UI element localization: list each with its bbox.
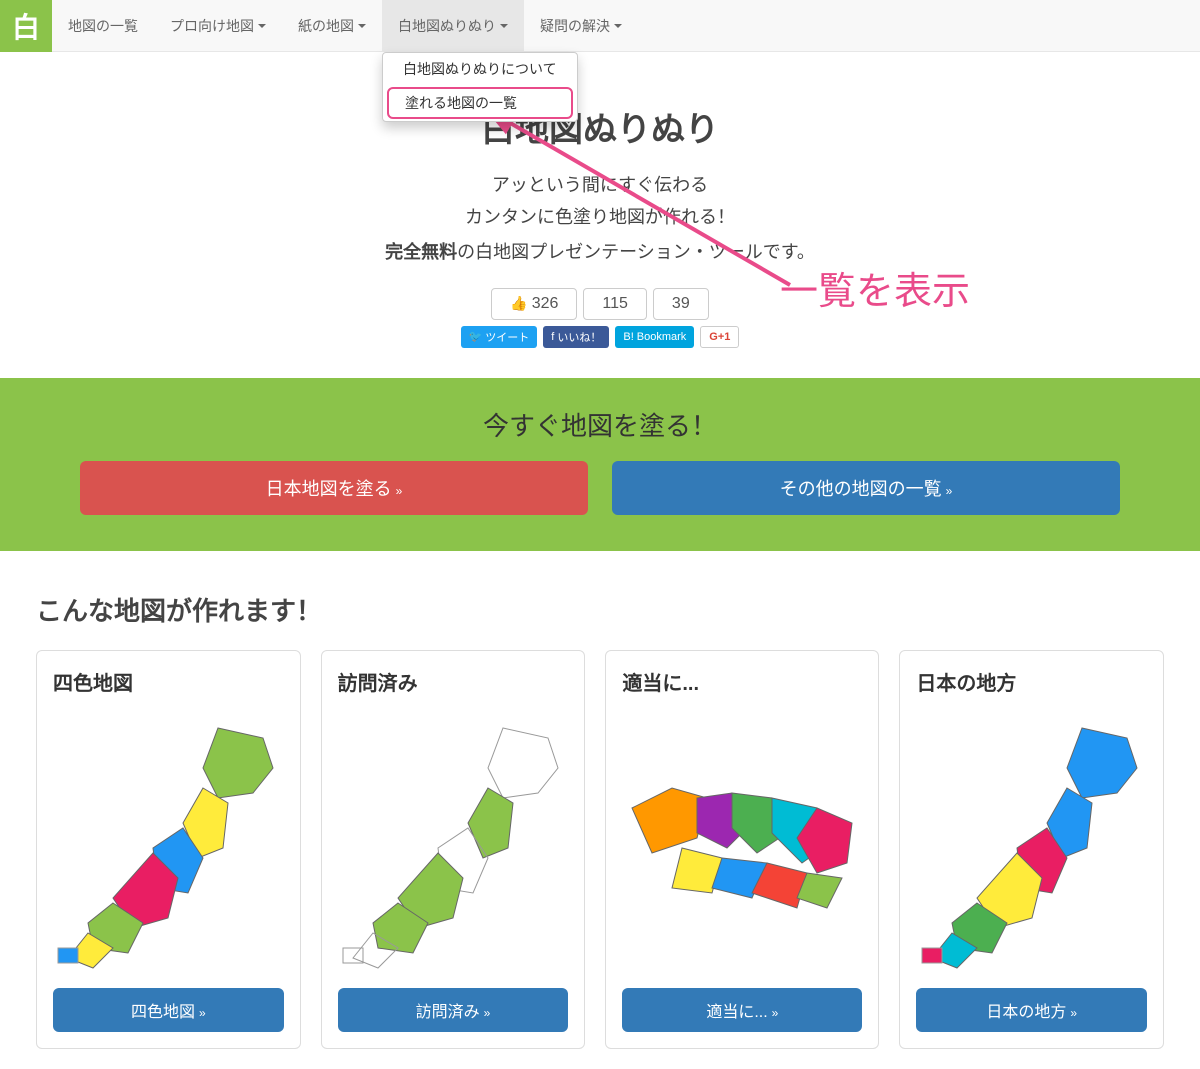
tweet-label: ツイート: [485, 329, 529, 345]
fb-icon: f: [551, 331, 554, 343]
card-button[interactable]: 訪問済み »: [338, 988, 569, 1032]
like-count: 326: [532, 295, 559, 313]
card-visited: 訪問済み 訪問済み »: [321, 650, 586, 1049]
chevron-icon: »: [484, 1006, 491, 1020]
nav-paper-maps[interactable]: 紙の地図: [282, 0, 382, 51]
free-bold: 完全無料: [385, 242, 457, 262]
nav-label: 地図の一覧: [68, 16, 138, 36]
dropdown-menu: 白地図ぬりぬりについて 塗れる地図の一覧: [382, 52, 578, 122]
twitter-icon: 🐦: [469, 330, 483, 343]
fb-label: いいね！: [557, 329, 601, 345]
hero-free-line: 完全無料の白地図プレゼンテーション・ツールです。: [20, 238, 1180, 264]
cta-title: 今すぐ地図を塗る！: [80, 406, 1120, 443]
card-button[interactable]: 四色地図 »: [53, 988, 284, 1032]
hatena-button[interactable]: B! Bookmark: [615, 326, 694, 348]
card-four-color: 四色地図 四色地図 »: [36, 650, 301, 1049]
dropdown-about[interactable]: 白地図ぬりぬりについて: [383, 53, 577, 85]
chevron-icon: »: [772, 1006, 779, 1020]
chevron-icon: »: [946, 484, 953, 498]
nav-label: プロ向け地図: [170, 16, 254, 36]
nav-items: 地図の一覧 プロ向け地図 紙の地図 白地図ぬりぬり 白地図ぬりぬりについて 塗れ…: [52, 0, 638, 51]
cta-section: 今すぐ地図を塗る！ 日本地図を塗る » その他の地図の一覧 »: [0, 378, 1200, 551]
social-buttons: 🐦ツイート fいいね！ B! Bookmark G+1: [20, 326, 1180, 348]
cta-other-button[interactable]: その他の地図の一覧 »: [612, 461, 1120, 515]
section-title: こんな地図が作れます！: [36, 591, 1164, 628]
hatena-label: Bookmark: [637, 331, 687, 343]
cta-japan-button[interactable]: 日本地図を塗る »: [80, 461, 588, 515]
caret-icon: [614, 24, 622, 28]
nav-label: 疑問の解決: [540, 16, 610, 36]
card-regions: 日本の地方 日本の地方 »: [899, 650, 1164, 1049]
caret-icon: [358, 24, 366, 28]
nav-pro-maps[interactable]: プロ向け地図: [154, 0, 282, 51]
free-rest: の白地図プレゼンテーション・ツールです。: [457, 242, 815, 262]
card-btn-label: 日本の地方: [986, 1004, 1066, 1021]
map-thumbnail: [916, 708, 1147, 978]
card-btn-label: 訪問済み: [416, 1004, 480, 1021]
card-random: 適当に... 適当に... »: [605, 650, 879, 1049]
nav-map-list[interactable]: 地図の一覧: [52, 0, 154, 51]
japan-map-icon: [53, 713, 283, 973]
hero-sub2: カンタンに色塗り地図が作れる！: [20, 201, 1180, 233]
card-btn-label: 四色地図: [131, 1004, 195, 1021]
map-thumbnail: [338, 708, 569, 978]
map-thumbnail: [622, 708, 862, 978]
cards-row: 四色地図 四色地図 » 訪問済み: [36, 650, 1164, 1049]
hatena-icon: B!: [623, 331, 633, 343]
social-counts: 👍 326 115 39: [20, 288, 1180, 320]
caret-icon: [500, 24, 508, 28]
chevron-icon: »: [1070, 1006, 1077, 1020]
gplus-button[interactable]: G+1: [700, 326, 739, 348]
dropdown-map-list[interactable]: 塗れる地図の一覧: [387, 87, 573, 119]
chevron-icon: »: [396, 484, 403, 498]
card-button[interactable]: 日本の地方 »: [916, 988, 1147, 1032]
nav-label: 白地図ぬりぬり: [398, 16, 496, 36]
japan-map-icon: [338, 713, 568, 973]
caret-icon: [258, 24, 266, 28]
count-box-2[interactable]: 115: [583, 288, 647, 320]
cta-label: 日本地図を塗る: [266, 479, 392, 499]
map-thumbnail: [53, 708, 284, 978]
nav-label: 紙の地図: [298, 16, 354, 36]
nav-faq[interactable]: 疑問の解決: [524, 0, 638, 51]
tweet-button[interactable]: 🐦ツイート: [461, 326, 538, 348]
card-button[interactable]: 適当に... »: [622, 988, 862, 1032]
cta-buttons: 日本地図を塗る » その他の地図の一覧 »: [80, 461, 1120, 515]
brand-logo[interactable]: 白: [0, 0, 52, 52]
count-box-3[interactable]: 39: [653, 288, 709, 320]
tokyo-map-icon: [622, 758, 862, 928]
card-title: 四色地図: [53, 667, 284, 696]
card-title: 適当に...: [622, 667, 862, 696]
like-count-box[interactable]: 👍 326: [491, 288, 577, 320]
card-title: 訪問済み: [338, 667, 569, 696]
cta-label: その他の地図の一覧: [780, 479, 942, 499]
page-title: 白地図ぬりぬり: [20, 102, 1180, 151]
thumbs-icon: 👍: [510, 295, 527, 312]
examples-section: こんな地図が作れます！ 四色地図 四色地図 » 訪問済み: [0, 551, 1200, 1069]
japan-map-icon: [917, 713, 1147, 973]
chevron-icon: »: [199, 1006, 206, 1020]
card-btn-label: 適当に...: [706, 1004, 767, 1021]
navbar: 白 地図の一覧 プロ向け地図 紙の地図 白地図ぬりぬり 白地図ぬりぬりについて …: [0, 0, 1200, 52]
card-title: 日本の地方: [916, 667, 1147, 696]
nav-nurinuri[interactable]: 白地図ぬりぬり 白地図ぬりぬりについて 塗れる地図の一覧: [382, 0, 524, 51]
hero-sub1: アッという間にすぐ伝わる: [20, 169, 1180, 201]
fb-like-button[interactable]: fいいね！: [543, 326, 609, 348]
hero-section: 白地図ぬりぬり アッという間にすぐ伝わる カンタンに色塗り地図が作れる！ 完全無…: [0, 52, 1200, 378]
